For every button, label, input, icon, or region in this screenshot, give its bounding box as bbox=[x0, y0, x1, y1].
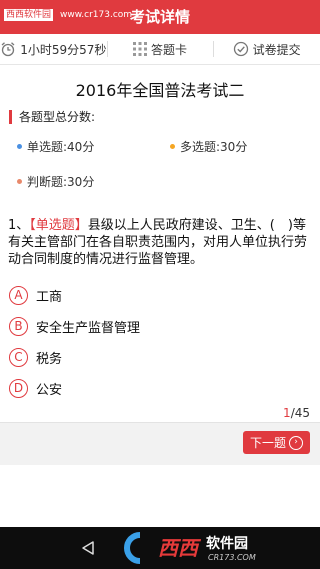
app-header: 西西软件园 www.cr173.com 考试详情 bbox=[0, 0, 320, 34]
alarm-clock-icon bbox=[1, 42, 15, 57]
option-text: 税务 bbox=[36, 351, 63, 367]
score-item-label: 多选题: bbox=[180, 140, 221, 154]
brand-url: CR173.COM bbox=[208, 553, 256, 562]
question-text: 1、【单选题】县级以上人民政府建设、卫生、( )等有关主管部门在各自职责范围内，… bbox=[8, 217, 314, 268]
score-item-multi: 多选题: 30分 bbox=[170, 138, 247, 155]
option-text: 公安 bbox=[36, 382, 63, 398]
timer: 1小时59分57秒 bbox=[0, 34, 107, 64]
submit-label: 试卷提交 bbox=[252, 42, 301, 57]
option-b[interactable]: B 安全生产监督管理 bbox=[9, 315, 140, 337]
score-summary-heading: 各题型总分数: bbox=[9, 110, 95, 124]
back-triangle-icon[interactable] bbox=[80, 540, 96, 556]
option-c[interactable]: C 税务 bbox=[9, 346, 62, 368]
page-title: 考试详情 bbox=[129, 8, 190, 26]
grid-icon bbox=[133, 42, 147, 56]
option-letter: A bbox=[9, 285, 28, 305]
option-text: 工商 bbox=[36, 289, 63, 305]
option-text: 安全生产监督管理 bbox=[36, 320, 141, 336]
option-d[interactable]: D 公安 bbox=[9, 377, 62, 399]
score-item-single: 单选题: 40分 bbox=[17, 138, 94, 155]
brand-watermark: 西西 软件园 CR173.COM bbox=[124, 532, 256, 564]
score-item-judge: 判断题: 30分 bbox=[17, 173, 94, 190]
option-a[interactable]: A 工商 bbox=[9, 284, 62, 306]
submit-paper-button[interactable]: 试卷提交 bbox=[213, 34, 320, 64]
timer-text: 1小时59分57秒 bbox=[20, 42, 107, 57]
score-item-value: 30分 bbox=[220, 140, 248, 154]
brand-name: 软件园 bbox=[206, 535, 248, 552]
brand-logo: 西西 bbox=[158, 536, 202, 560]
answer-card-button[interactable]: 答题卡 bbox=[106, 34, 214, 64]
system-nav-bar: 西西 软件园 CR173.COM bbox=[0, 527, 320, 569]
orange-dot-icon bbox=[170, 144, 175, 149]
brand-c-shape bbox=[124, 532, 141, 564]
answer-card-label: 答题卡 bbox=[151, 42, 188, 57]
option-letter: B bbox=[9, 316, 28, 336]
blue-dot-icon bbox=[17, 144, 22, 149]
question-pager: 1/45 bbox=[283, 406, 310, 420]
exam-toolbar: 1小时59分57秒 答题卡 试卷提交 bbox=[0, 34, 320, 65]
salmon-dot-icon bbox=[17, 179, 22, 184]
score-item-value: 30分 bbox=[67, 175, 95, 189]
question-type-tag: 【单选题】 bbox=[29, 218, 88, 233]
score-item-label: 判断题: bbox=[27, 175, 68, 189]
check-circle-icon bbox=[233, 41, 248, 57]
option-letter: D bbox=[9, 378, 28, 398]
option-letter: C bbox=[9, 347, 28, 367]
question-number: 1、 bbox=[8, 218, 30, 233]
next-question-button[interactable]: 下一题 › bbox=[243, 431, 310, 454]
score-item-value: 40分 bbox=[67, 140, 95, 154]
score-item-label: 单选题: bbox=[27, 140, 68, 154]
chevron-right-icon: › bbox=[289, 435, 303, 450]
pager-current: 1 bbox=[283, 406, 291, 420]
pager-total: /45 bbox=[290, 406, 310, 420]
next-question-label: 下一题 bbox=[249, 436, 286, 450]
exam-title: 2016年全国普法考试二 bbox=[75, 81, 245, 100]
